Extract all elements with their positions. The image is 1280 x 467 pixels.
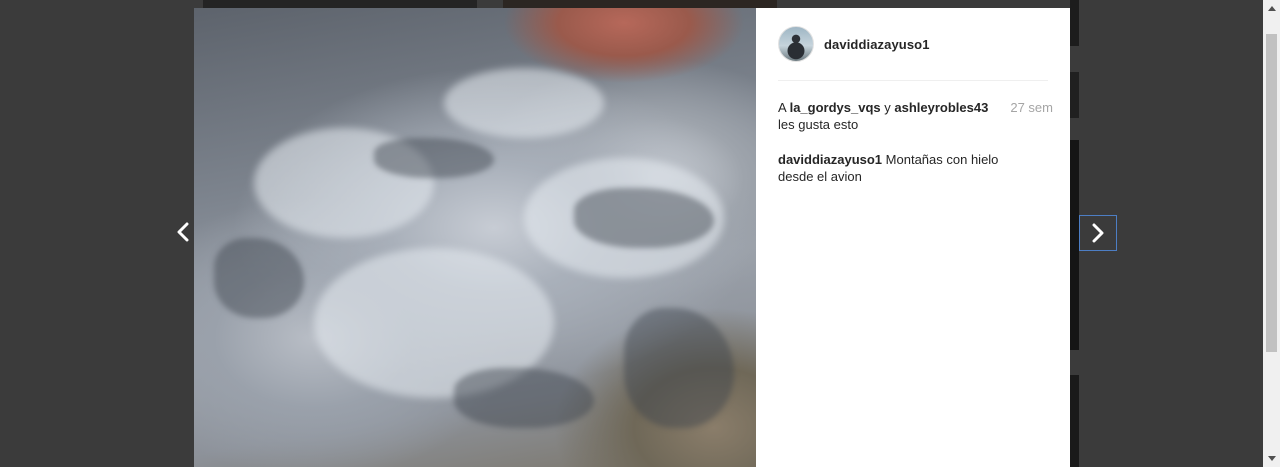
scroll-up-arrow-icon <box>1267 6 1276 11</box>
post-caption: daviddiazayuso1 Montañas con hielo desde… <box>778 151 1028 185</box>
next-post-button[interactable] <box>1079 215 1117 251</box>
avatar[interactable] <box>778 26 814 62</box>
post-header: daviddiazayuso1 <box>778 26 930 62</box>
post-photo[interactable] <box>194 8 756 467</box>
likes-prefix: A <box>778 100 786 115</box>
post-author-username[interactable]: daviddiazayuso1 <box>824 37 930 52</box>
scroll-down-button[interactable] <box>1263 450 1280 467</box>
chevron-left-icon <box>177 222 189 242</box>
previous-post-button[interactable] <box>164 214 202 250</box>
caption-author-link[interactable]: daviddiazayuso1 <box>778 152 882 167</box>
scroll-up-button[interactable] <box>1263 0 1280 17</box>
likes-conjunction: y <box>884 100 891 115</box>
instagram-post-modal: daviddiazayuso1 A la_gordys_vqs y ashley… <box>0 0 1280 467</box>
post-details-panel: daviddiazayuso1 A la_gordys_vqs y ashley… <box>756 8 1070 467</box>
likes-suffix: les gusta esto <box>778 117 859 132</box>
liker-link-1[interactable]: la_gordys_vqs <box>790 100 881 115</box>
page-scrollbar[interactable] <box>1263 0 1280 467</box>
divider <box>778 80 1048 81</box>
scroll-thumb[interactable] <box>1266 34 1277 352</box>
liker-link-2[interactable]: ashleyrobles43 <box>894 100 988 115</box>
chevron-right-icon <box>1092 223 1104 243</box>
scroll-down-arrow-icon <box>1267 456 1276 461</box>
post-timestamp[interactable]: 27 sem <box>1010 99 1053 116</box>
likes-summary: A la_gordys_vqs y ashleyrobles43 27 sem … <box>778 99 1053 133</box>
